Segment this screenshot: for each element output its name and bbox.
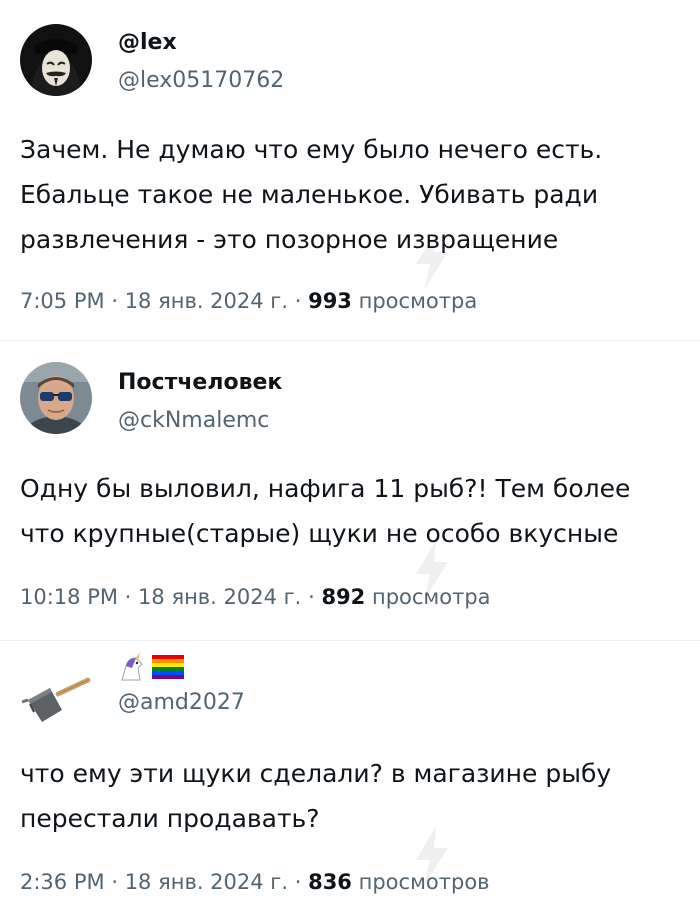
tweet-text-line: Одну бы выловил, нафига 11 рыб?! Тем бол… — [20, 474, 631, 503]
avatar[interactable] — [20, 658, 92, 730]
tweet-text: Одну бы выловил, нафига 11 рыб?! Тем бол… — [20, 466, 685, 556]
meta-separator: · — [308, 585, 315, 609]
lightning-watermark-icon — [416, 540, 448, 600]
user-handle[interactable]: @amd2027 — [118, 690, 245, 715]
tweet-text-line: Ебальце такое не маленькое. Убивать ради — [20, 180, 599, 209]
meta-separator: · — [111, 870, 118, 894]
tweet-text-line: что ему эти щуки сделали? в магазине рыб… — [20, 759, 612, 788]
view-count: 836 — [308, 870, 352, 894]
tweet-text: Зачем. Не думаю что ему было нечего есть… — [20, 127, 685, 262]
views-label: просмотра — [358, 289, 478, 313]
mask-avatar-icon — [20, 24, 92, 96]
meta-separator: · — [124, 585, 132, 609]
user-handle[interactable]: @ckNmalemc — [118, 408, 269, 433]
display-name[interactable]: Постчеловек — [118, 370, 282, 395]
tweet-text-line: Зачем. Не думаю что ему было нечего есть… — [20, 135, 603, 164]
tweet-text-line: развлечения - это позорное извращение — [20, 225, 559, 254]
tweet-text: что ему эти щуки сделали? в магазине рыб… — [20, 751, 685, 841]
unicorn-emoji-icon — [121, 652, 143, 681]
view-count: 993 — [308, 289, 352, 313]
tweet-date[interactable]: 18 янв. 2024 г. — [125, 289, 288, 313]
avatar[interactable] — [20, 362, 92, 434]
tweet-text-line: перестали продавать? — [20, 804, 320, 833]
tweet-meta: 7:05 PM · 18 янв. 2024 г. · 993 просмотр… — [20, 289, 477, 313]
rainbow-flag-emoji-icon — [152, 655, 184, 679]
lightning-watermark-icon — [416, 230, 448, 290]
display-name[interactable]: @lex — [118, 30, 177, 55]
tweet-2: Постчеловек @ckNmalemc Одну бы выловил, … — [0, 340, 700, 640]
user-handle[interactable]: @lex05170762 — [118, 68, 284, 93]
tweet-date[interactable]: 18 янв. 2024 г. — [138, 585, 301, 609]
tweet-time[interactable]: 2:36 PM — [20, 870, 105, 894]
lightning-watermark-icon — [416, 826, 448, 886]
tweet-text-line: что крупные(старые) щуки не особо вкусны… — [20, 519, 619, 548]
tweet-3: @amd2027 что ему эти щуки сделали? в маг… — [0, 640, 700, 924]
hammer-avatar-icon — [20, 658, 92, 730]
display-name[interactable] — [118, 652, 184, 682]
tweet-date[interactable]: 18 янв. 2024 г. — [125, 870, 288, 894]
view-count: 892 — [321, 585, 366, 609]
man-sunglasses-avatar-icon — [20, 362, 92, 434]
meta-separator: · — [294, 289, 302, 313]
meta-separator: · — [111, 289, 118, 313]
tweet-1: @lex @lex05170762 Зачем. Не думаю что ем… — [0, 0, 700, 340]
tweet-time[interactable]: 10:18 PM — [20, 585, 118, 609]
tweet-time[interactable]: 7:05 PM — [20, 289, 105, 313]
meta-separator: · — [294, 870, 302, 894]
avatar[interactable] — [20, 24, 92, 96]
